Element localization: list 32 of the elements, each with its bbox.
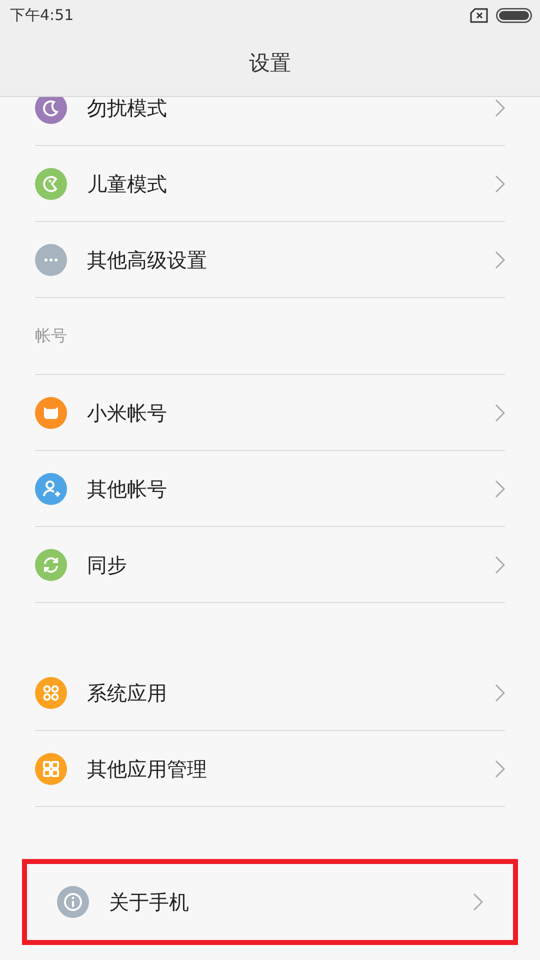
setting-label: 小米帐号 — [87, 400, 168, 426]
status-time: 下午4:51 — [10, 6, 74, 24]
setting-label: 关于手机 — [109, 888, 190, 916]
setting-label: 其他应用管理 — [87, 756, 208, 782]
section-header: 帐号 — [35, 326, 67, 346]
setting-label: 系统应用 — [87, 680, 168, 706]
setting-label: 勿扰模式 — [87, 97, 168, 122]
chevron-icon — [495, 404, 505, 422]
battery-icon — [496, 8, 532, 22]
setting-row[interactable]: 小米帐号 — [0, 375, 540, 451]
setting-row[interactable]: 儿童模式 — [0, 146, 540, 222]
chevron-icon — [495, 760, 505, 778]
setting-label: 儿童模式 — [87, 170, 168, 198]
chevron-icon — [495, 175, 505, 193]
setting-row[interactable]: 同步 — [0, 527, 540, 603]
chevron-icon — [495, 251, 505, 269]
chevron-icon — [495, 556, 505, 574]
setting-row[interactable]: 其他高级设置 — [0, 222, 540, 298]
chevron-icon — [495, 684, 505, 702]
chevron-icon — [473, 893, 483, 911]
chevron-icon — [495, 480, 505, 498]
setting-row[interactable]: 其他帐号 — [0, 451, 540, 527]
setting-row[interactable]: 勿扰模式 — [0, 97, 540, 146]
setting-label: 其他高级设置 — [87, 246, 208, 274]
setting-label: 其他帐号 — [87, 476, 168, 502]
highlighted-setting-row[interactable]: 关于手机 — [22, 859, 518, 945]
setting-row[interactable]: 系统应用 — [0, 655, 540, 731]
setting-label: 同步 — [87, 552, 128, 578]
setting-row[interactable]: 其他应用管理 — [0, 731, 540, 807]
page-title: 设置 — [249, 50, 291, 77]
sim-icon — [470, 8, 488, 22]
chevron-icon — [495, 99, 505, 117]
